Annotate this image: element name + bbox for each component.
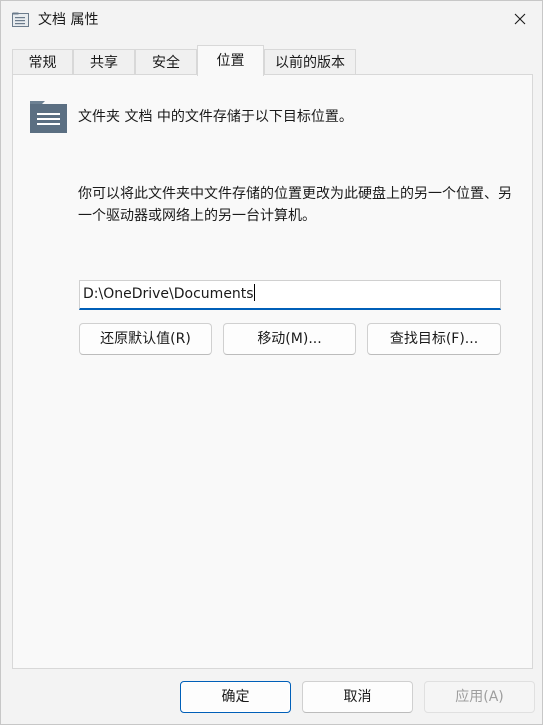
close-icon: [514, 13, 526, 25]
location-panel: 文件夹 文档 中的文件存储于以下目标位置。 你可以将此文件夹中文件存储的位置更改…: [12, 74, 533, 669]
tab-strip: 常规 共享 安全 位置 以前的版本: [12, 45, 533, 76]
folder-small-icon: [12, 12, 29, 27]
tab-previous-versions[interactable]: 以前的版本: [264, 49, 356, 76]
find-target-button[interactable]: 查找目标(F)...: [367, 323, 501, 355]
properties-dialog: 文档 属性 常规 共享 安全 位置 以前的版本 文件夹 文档 中的文件存储于以下…: [0, 0, 543, 725]
tab-general[interactable]: 常规: [12, 49, 73, 76]
tab-location[interactable]: 位置: [197, 45, 264, 76]
window-title: 文档 属性: [38, 12, 99, 28]
path-value: D:\OneDrive\Documents: [83, 286, 254, 302]
apply-button[interactable]: 应用(A): [424, 681, 535, 713]
path-input[interactable]: D:\OneDrive\Documents: [79, 280, 501, 310]
ok-button[interactable]: 确定: [180, 681, 291, 713]
close-button[interactable]: [502, 2, 538, 36]
tab-security[interactable]: 安全: [135, 49, 197, 76]
folder-icon: [30, 101, 67, 133]
location-instructions: 你可以将此文件夹中文件存储的位置更改为此硬盘上的另一个位置、另一个驱动器或网络上…: [78, 186, 512, 224]
tab-sharing[interactable]: 共享: [73, 49, 135, 76]
text-caret: [253, 284, 255, 301]
title-bar: 文档 属性: [1, 1, 542, 39]
move-button[interactable]: 移动(M)...: [223, 323, 356, 355]
restore-default-button[interactable]: 还原默认值(R): [79, 323, 212, 355]
cancel-button[interactable]: 取消: [302, 681, 413, 713]
location-description: 文件夹 文档 中的文件存储于以下目标位置。: [78, 109, 353, 125]
